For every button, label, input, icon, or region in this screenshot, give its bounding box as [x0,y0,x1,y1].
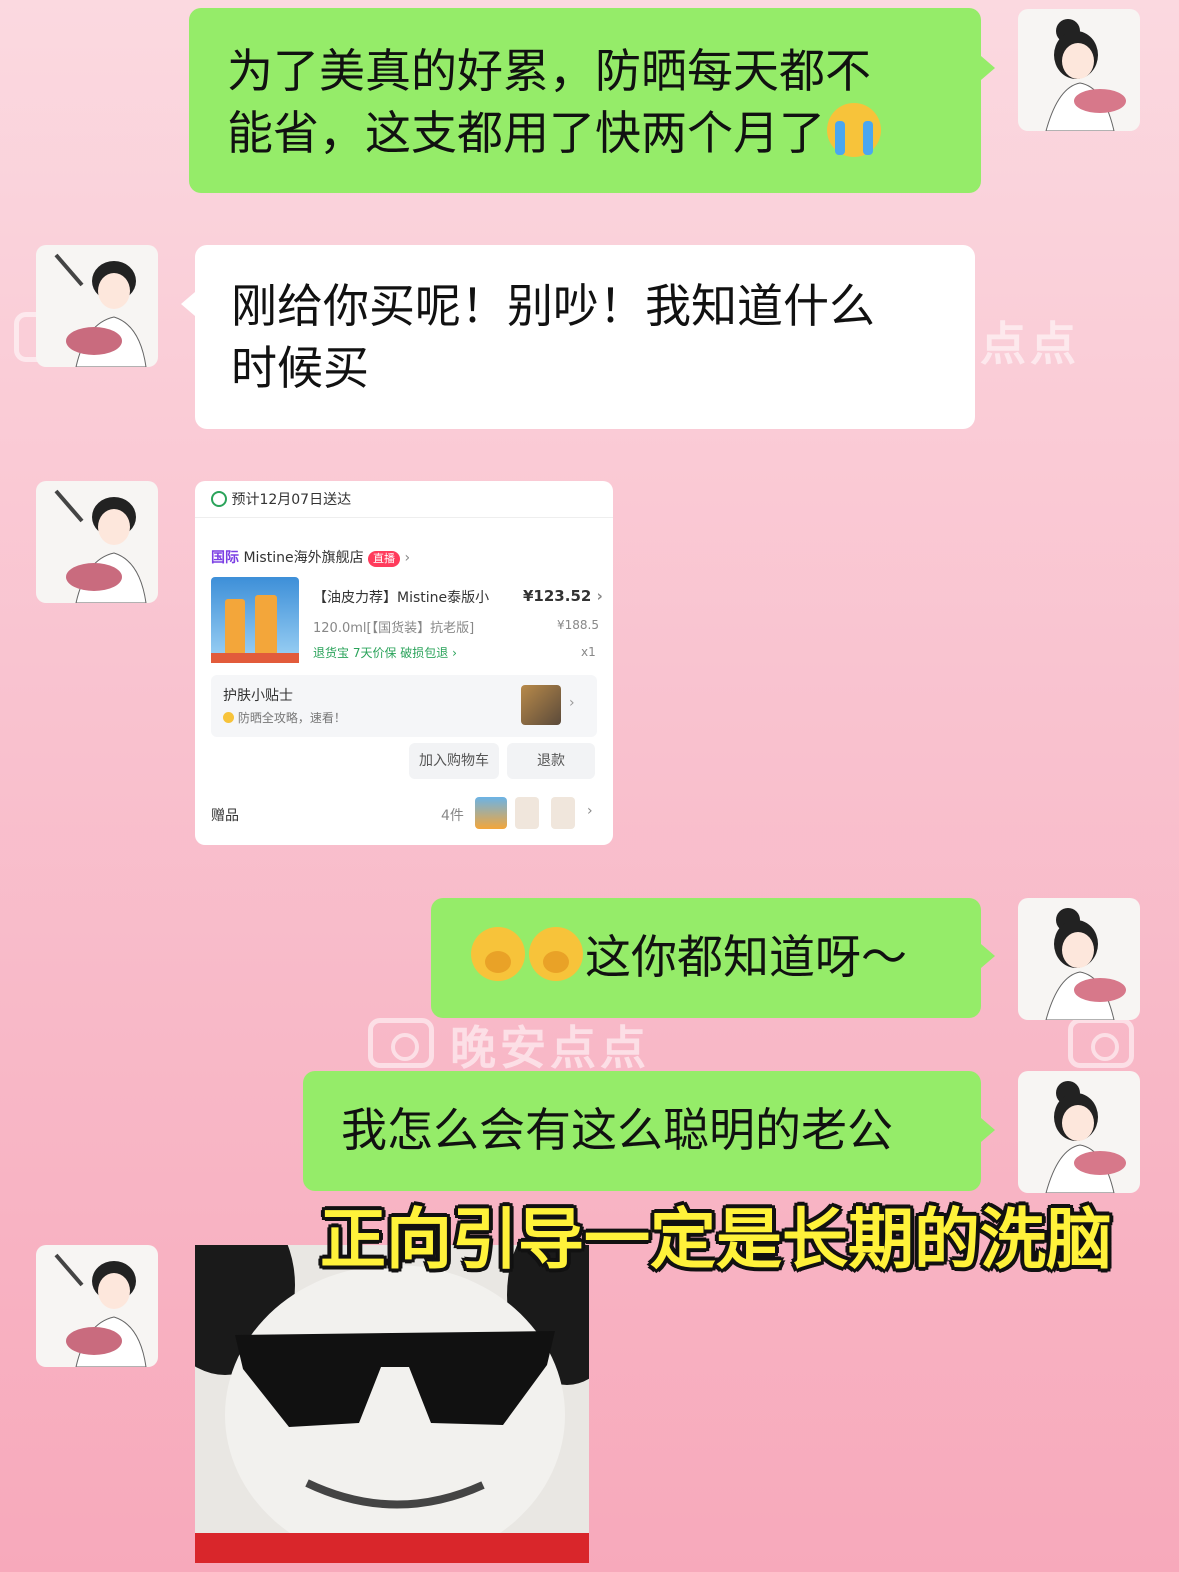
watermark-camera-icon [1068,1018,1134,1068]
bubble-tail [981,944,995,968]
gift-thumbnail[interactable] [475,797,507,829]
tips-thumbnail [521,685,561,725]
bubble-tail [981,1118,995,1142]
original-price: ¥188.5 [557,618,599,632]
delivery-text: 预计12月07日送达 [231,492,352,508]
gift-thumbnail[interactable] [515,797,539,829]
message-line: 时候买 [231,341,369,395]
tips-sub-row: 防晒全攻略，速看！ [223,709,346,726]
watermark-text: 晚安点点 [450,1021,650,1075]
product-image[interactable] [211,577,299,663]
message-line: 刚给你买呢！别吵！我知道什么 [231,279,875,333]
avatar-girl[interactable] [1018,1071,1140,1193]
message-bubble-2[interactable]: 刚给你买呢！别吵！我知道什么 时候买 [195,245,975,429]
panda-sunglasses-sticker[interactable] [195,1245,589,1563]
product-spec: 120.0ml[【国货装】抗老版] [313,621,475,636]
message-bubble-5[interactable]: 我怎么会有这么聪明的老公 [303,1071,981,1191]
avatar-girl[interactable] [1018,898,1140,1020]
tips-panel[interactable]: 护肤小贴士 防晒全攻略，速看！ › [211,675,597,737]
avatar-girl[interactable] [1018,9,1140,131]
refund-button[interactable]: 退款 [507,743,595,779]
shushing-face-icon [529,927,583,981]
product-price: ¥123.52 › [523,587,603,605]
watermark-camera-icon [368,1018,434,1068]
chevron-right-icon: › [587,803,593,819]
chevron-right-icon: › [569,695,575,711]
store-tag: 国际 [211,550,239,566]
avatar-boy[interactable] [36,245,158,367]
gift-count: 4件 [441,808,464,824]
message-line-with-emoji: 能省，这支都用了快两个月了 [227,102,943,164]
avatar-boy[interactable] [36,481,158,603]
shushing-face-icon [471,927,525,981]
avatar-boy[interactable] [36,1245,158,1367]
bubble-tail [181,292,195,316]
gift-label: 赠品 [211,808,239,824]
message-line: 为了美真的好累，防晒每天都不 [227,44,871,98]
message-bubble-4[interactable]: 这你都知道呀～ [431,898,981,1018]
message-text: 我怎么会有这么聪明的老公 [341,1103,893,1157]
product-title[interactable]: 【油皮力荐】Mistine泰版小 [313,587,489,607]
store-name: Mistine海外旗舰店 [243,550,364,566]
message-bubble-1[interactable]: 为了美真的好累，防晒每天都不 能省，这支都用了快两个月了 [189,8,981,193]
quantity: x1 [581,645,596,659]
caption-overlay: 正向引导一定是长期的洗脑 [320,1201,1112,1278]
crying-face-icon [827,103,881,157]
add-to-cart-button[interactable]: 加入购物车 [409,743,499,779]
message-text: 这你都知道呀～ [585,930,907,984]
live-badge: 直播 [368,551,401,567]
lightning-icon [211,491,227,507]
bubble-tail [981,56,995,80]
smile-icon [223,712,234,723]
order-card[interactable]: 预计12月07日送达 国际 Mistine海外旗舰店 直播 › 【油皮力荐】Mi… [195,481,613,845]
service-tags[interactable]: 退货宝 7天价保 破损包退 › [313,644,457,661]
store-row[interactable]: 国际 Mistine海外旗舰店 直播 › [211,547,410,567]
gift-thumbnail[interactable] [551,797,575,829]
tips-title: 护肤小贴士 [223,688,293,704]
chevron-right-icon: › [404,550,411,566]
divider [195,517,613,518]
delivery-row: 预计12月07日送达 [211,489,351,509]
